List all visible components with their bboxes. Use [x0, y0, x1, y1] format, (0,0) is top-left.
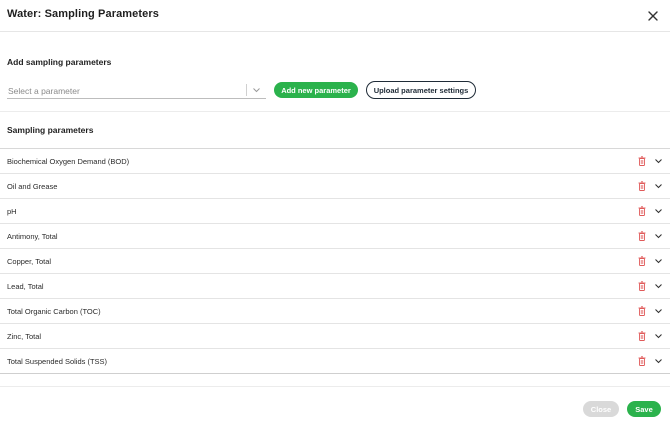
chevron-down-icon[interactable] — [654, 307, 663, 315]
trash-icon[interactable] — [638, 256, 646, 266]
modal-title: Water: Sampling Parameters — [7, 8, 159, 20]
parameter-row[interactable]: Lead, Total — [0, 273, 670, 298]
parameter-row[interactable]: Total Organic Carbon (TOC) — [0, 298, 670, 323]
trash-icon[interactable] — [638, 306, 646, 316]
chevron-down-icon[interactable] — [654, 357, 663, 365]
close-icon[interactable] — [646, 9, 660, 23]
trash-icon[interactable] — [638, 331, 646, 341]
trash-icon[interactable] — [638, 356, 646, 366]
parameter-name: Antimony, Total — [7, 232, 58, 241]
add-section-title: Add sampling parameters — [7, 57, 112, 67]
parameter-row[interactable]: Copper, Total — [0, 248, 670, 273]
parameter-row[interactable]: Antimony, Total — [0, 223, 670, 248]
parameter-name: Oil and Grease — [7, 182, 58, 191]
sampling-parameters-title: Sampling parameters — [7, 125, 94, 135]
parameter-name: pH — [7, 207, 17, 216]
parameter-row[interactable]: Biochemical Oxygen Demand (BOD) — [0, 148, 670, 173]
parameter-name: Total Organic Carbon (TOC) — [7, 307, 101, 316]
parameter-select[interactable]: Select a parameter — [7, 82, 266, 99]
save-button[interactable]: Save — [627, 401, 661, 417]
parameter-name: Copper, Total — [7, 257, 52, 266]
add-new-parameter-button[interactable]: Add new parameter — [274, 82, 358, 98]
chevron-down-icon[interactable] — [654, 157, 663, 165]
parameter-name: Biochemical Oxygen Demand (BOD) — [7, 157, 130, 166]
parameter-list: Biochemical Oxygen Demand (BOD) Oil and G… — [0, 148, 670, 374]
close-button[interactable]: Close — [583, 401, 619, 417]
trash-icon[interactable] — [638, 281, 646, 291]
trash-icon[interactable] — [638, 181, 646, 191]
parameter-row[interactable]: pH — [0, 198, 670, 223]
chevron-down-icon[interactable] — [654, 332, 663, 340]
trash-icon[interactable] — [638, 231, 646, 241]
parameter-name: Zinc, Total — [7, 332, 42, 341]
chevron-down-icon[interactable] — [252, 86, 261, 94]
parameter-name: Lead, Total — [7, 282, 44, 291]
parameter-row[interactable]: Oil and Grease — [0, 173, 670, 198]
upload-parameter-settings-button[interactable]: Upload parameter settings — [366, 81, 476, 99]
chevron-down-icon[interactable] — [654, 232, 663, 240]
parameter-select-placeholder: Select a parameter — [8, 86, 80, 96]
select-separator — [246, 84, 247, 96]
section-divider — [0, 111, 670, 112]
chevron-down-icon[interactable] — [654, 282, 663, 290]
chevron-down-icon[interactable] — [654, 207, 663, 215]
parameter-name: Total Suspended Solids (TSS) — [7, 357, 108, 366]
parameter-row[interactable]: Zinc, Total — [0, 323, 670, 348]
trash-icon[interactable] — [638, 206, 646, 216]
chevron-down-icon[interactable] — [654, 182, 663, 190]
modal-header: Water: Sampling Parameters — [0, 0, 670, 32]
parameter-row[interactable]: Total Suspended Solids (TSS) — [0, 348, 670, 374]
trash-icon[interactable] — [638, 156, 646, 166]
footer-divider — [0, 386, 670, 387]
chevron-down-icon[interactable] — [654, 257, 663, 265]
